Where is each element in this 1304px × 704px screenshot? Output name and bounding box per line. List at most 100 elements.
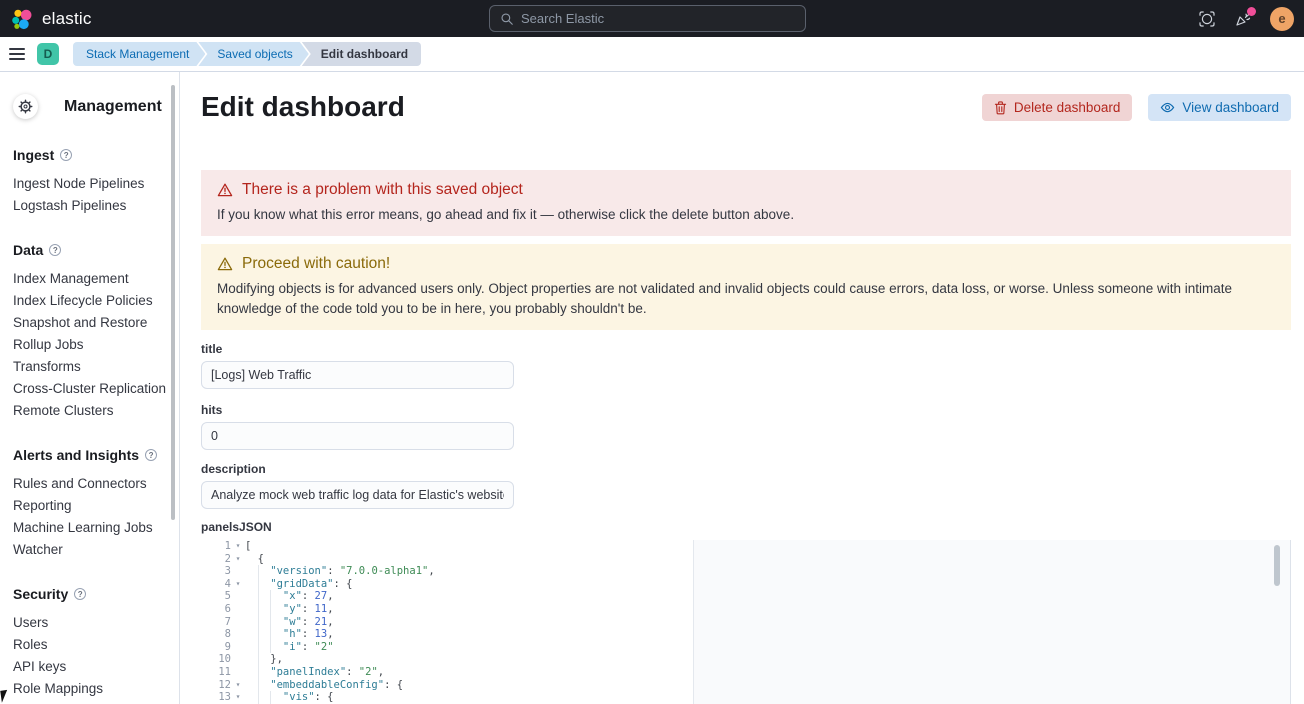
main-content: Edit dashboard Delete dashboard xyxy=(180,72,1304,704)
sidebar-item-index-lifecycle-policies[interactable]: Index Lifecycle Policies xyxy=(13,290,179,312)
line-number: 12 xyxy=(201,679,231,692)
fold-spacer xyxy=(231,653,245,666)
question-in-circle-icon: ? xyxy=(49,244,61,256)
sidebar-item-index-management[interactable]: Index Management xyxy=(13,268,179,290)
management-sidebar: Management Ingest?Ingest Node PipelinesL… xyxy=(0,72,180,704)
line-number: 8 xyxy=(201,628,231,641)
space-badge[interactable]: D xyxy=(37,43,59,65)
alert-triangle-icon xyxy=(217,256,233,272)
fold-arrow-icon[interactable]: ▾ xyxy=(231,553,245,566)
fold-arrow-icon[interactable]: ▾ xyxy=(231,691,245,704)
fold-arrow-icon[interactable]: ▾ xyxy=(231,578,245,591)
panels-json-editor[interactable]: 1▾[2▾ {3 "version": "7.0.0-alpha1",4▾ "g… xyxy=(201,540,1291,704)
gear-icon xyxy=(13,94,38,119)
top-header-bar: elastic Search Elastic xyxy=(0,0,1304,37)
fold-spacer xyxy=(231,565,245,578)
error-callout: There is a problem with this saved objec… xyxy=(201,170,1291,236)
editor-line: 5 "x": 27, xyxy=(201,590,1290,603)
line-number: 10 xyxy=(201,653,231,666)
question-in-circle-icon: ? xyxy=(60,149,72,161)
fold-spacer xyxy=(231,666,245,679)
view-dashboard-button[interactable]: View dashboard xyxy=(1148,94,1291,121)
line-number: 1 xyxy=(201,540,231,553)
sidebar-scrollbar[interactable] xyxy=(171,85,175,520)
line-number: 4 xyxy=(201,578,231,591)
line-number: 2 xyxy=(201,553,231,566)
description-field[interactable] xyxy=(201,481,514,509)
line-number: 3 xyxy=(201,565,231,578)
sidebar-item-roles[interactable]: Roles xyxy=(13,634,179,656)
fold-spacer xyxy=(231,628,245,641)
view-dashboard-label: View dashboard xyxy=(1182,100,1279,115)
hits-field-group: hits xyxy=(201,403,1291,450)
panels-json-label: panelsJSON xyxy=(201,520,1291,534)
guided-setup-icon[interactable] xyxy=(1198,10,1216,28)
editor-line: 6 "y": 11, xyxy=(201,603,1290,616)
sidebar-item-logstash-pipelines[interactable]: Logstash Pipelines xyxy=(13,195,179,217)
delete-dashboard-button[interactable]: Delete dashboard xyxy=(982,94,1133,121)
elastic-logo-icon xyxy=(10,7,34,31)
title-field-group: title xyxy=(201,342,1291,389)
error-callout-title: There is a problem with this saved objec… xyxy=(242,181,523,199)
user-avatar[interactable]: e xyxy=(1270,7,1294,31)
sidebar-item-transforms[interactable]: Transforms xyxy=(13,356,179,378)
sidebar-item-rules-and-connectors[interactable]: Rules and Connectors xyxy=(13,473,179,495)
sidebar-item-role-mappings[interactable]: Role Mappings xyxy=(13,678,179,700)
editor-line: 7 "w": 21, xyxy=(201,616,1290,629)
breadcrumb-bar: D Stack ManagementSaved objectsEdit dash… xyxy=(0,37,1304,72)
alert-triangle-icon xyxy=(217,182,233,198)
editor-line: 8 "h": 13, xyxy=(201,628,1290,641)
sidebar-item-snapshot-and-restore[interactable]: Snapshot and Restore xyxy=(13,312,179,334)
sidebar-heading-data: Data? xyxy=(13,242,179,258)
sidebar-item-machine-learning-jobs[interactable]: Machine Learning Jobs xyxy=(13,517,179,539)
editor-line: 12▾ "embeddableConfig": { xyxy=(201,679,1290,692)
sidebar-item-reporting[interactable]: Reporting xyxy=(13,495,179,517)
page-title: Edit dashboard xyxy=(201,90,405,124)
hits-field[interactable] xyxy=(201,422,514,450)
brand-name: elastic xyxy=(42,9,92,29)
sidebar-item-users[interactable]: Users xyxy=(13,612,179,634)
fold-arrow-icon[interactable]: ▾ xyxy=(231,540,245,553)
panels-json-group: panelsJSON 1▾[2▾ {3 "version": "7.0.0-al… xyxy=(201,520,1291,704)
breadcrumb-stack-management[interactable]: Stack Management xyxy=(73,42,205,66)
sidebar-sections: Ingest?Ingest Node PipelinesLogstash Pip… xyxy=(13,147,179,700)
search-placeholder: Search Elastic xyxy=(521,11,604,26)
title-field[interactable] xyxy=(201,361,514,389)
error-callout-body: If you know what this error means, go ah… xyxy=(217,205,1275,225)
fold-spacer xyxy=(231,590,245,603)
mouse-cursor xyxy=(0,689,14,703)
menu-icon[interactable] xyxy=(0,37,34,71)
trash-icon xyxy=(994,101,1007,115)
editor-line: 1▾[ xyxy=(201,540,1290,553)
sidebar-item-api-keys[interactable]: API keys xyxy=(13,656,179,678)
line-number: 7 xyxy=(201,616,231,629)
title-field-label: title xyxy=(201,342,1291,356)
breadcrumb-saved-objects[interactable]: Saved objects xyxy=(198,42,308,66)
delete-dashboard-label: Delete dashboard xyxy=(1014,100,1121,115)
newsfeed-icon[interactable] xyxy=(1234,10,1252,28)
description-field-label: description xyxy=(201,462,1291,476)
warning-callout-title: Proceed with caution! xyxy=(242,255,390,273)
editor-line: 3 "version": "7.0.0-alpha1", xyxy=(201,565,1290,578)
warning-callout: Proceed with caution! Modifying objects … xyxy=(201,244,1291,330)
editor-scrollbar[interactable] xyxy=(1274,545,1280,586)
question-in-circle-icon: ? xyxy=(74,588,86,600)
fold-spacer xyxy=(231,616,245,629)
sidebar-heading-alerts-and-insights: Alerts and Insights? xyxy=(13,447,179,463)
sidebar-item-remote-clusters[interactable]: Remote Clusters xyxy=(13,400,179,422)
sidebar-item-rollup-jobs[interactable]: Rollup Jobs xyxy=(13,334,179,356)
line-number: 11 xyxy=(201,666,231,679)
breadcrumbs: Stack ManagementSaved objectsEdit dashbo… xyxy=(73,42,421,66)
sidebar-item-watcher[interactable]: Watcher xyxy=(13,539,179,561)
hits-field-label: hits xyxy=(201,403,1291,417)
global-search-input[interactable]: Search Elastic xyxy=(489,5,806,32)
sidebar-item-ingest-node-pipelines[interactable]: Ingest Node Pipelines xyxy=(13,173,179,195)
editor-line: 11 "panelIndex": "2", xyxy=(201,666,1290,679)
line-number: 5 xyxy=(201,590,231,603)
line-number: 9 xyxy=(201,641,231,654)
fold-arrow-icon[interactable]: ▾ xyxy=(231,679,245,692)
elastic-home-link[interactable]: elastic xyxy=(0,7,92,31)
sidebar-title: Management xyxy=(64,98,162,116)
sidebar-item-cross-cluster-replication[interactable]: Cross-Cluster Replication xyxy=(13,378,179,400)
editor-line: 2▾ { xyxy=(201,553,1290,566)
